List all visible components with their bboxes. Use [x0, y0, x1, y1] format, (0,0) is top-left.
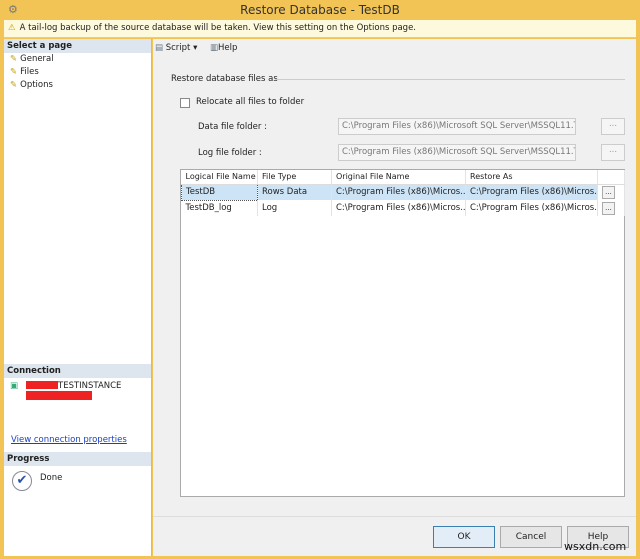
warning-bar: ⚠ A tail-log backup of the source databas…	[4, 20, 636, 38]
grid-header: Logical File Name File Type Original Fil…	[181, 170, 625, 185]
column-header[interactable]: Restore As	[465, 170, 598, 185]
section-divider	[275, 79, 625, 80]
button-bar: OK Cancel Help wsxdn.com	[153, 516, 636, 556]
warning-text: A tail-log backup of the source database…	[19, 23, 417, 33]
data-folder-label: Data file folder :	[198, 122, 267, 132]
cell-original-name: C:\Program Files (x86)\Micros...	[331, 200, 466, 216]
cell-logical-name[interactable]: TestDB	[181, 183, 258, 201]
check-icon: ✔	[12, 471, 32, 491]
cancel-button[interactable]: Cancel	[500, 526, 562, 548]
data-folder-browse-button[interactable]: ...	[601, 118, 625, 135]
cell-file-type: Rows Data	[257, 184, 332, 200]
progress-status: Done	[40, 473, 63, 483]
column-header[interactable]: Original File Name	[331, 170, 466, 185]
log-folder-input[interactable]: C:\Program Files (x86)\Microsoft SQL Ser…	[338, 144, 576, 161]
help-toolbar-button[interactable]: ▥Help	[210, 43, 237, 53]
sidebar: Select a page ✎ General ✎ Files ✎ Options C…	[4, 39, 152, 556]
table-row[interactable]: TestDB Rows Data C:\Program Files (x86)\…	[181, 183, 625, 201]
help-icon: ▥	[210, 43, 219, 53]
server-icon: ▣	[10, 381, 19, 391]
script-icon: ▤	[155, 43, 164, 53]
column-header[interactable]: Logical File Name	[181, 170, 258, 185]
log-folder-browse-button[interactable]: ...	[601, 144, 625, 161]
restore-as-browse-button[interactable]: ...	[602, 201, 615, 215]
script-button[interactable]: ▤ Script ▾	[155, 43, 197, 53]
watermark: wsxdn.com	[564, 540, 627, 553]
connection-header: Connection	[4, 364, 151, 378]
view-connection-properties-link[interactable]: View connection properties	[11, 435, 127, 445]
sidebar-item-options[interactable]: ✎ Options	[4, 79, 151, 92]
restore-as-browse-button[interactable]: ...	[602, 185, 615, 199]
sidebar-item-general[interactable]: ✎ General	[4, 53, 151, 66]
title-bar: ⚙ Restore Database - TestDB	[0, 0, 640, 20]
log-folder-label: Log file folder :	[198, 148, 262, 158]
table-row[interactable]: TestDB_log Log C:\Program Files (x86)\Mi…	[181, 200, 625, 216]
progress-header: Progress	[4, 452, 151, 466]
cell-logical-name[interactable]: TestDB_log	[181, 200, 258, 216]
cell-restore-as[interactable]: C:\Program Files (x86)\Micros...	[465, 184, 598, 200]
cell-restore-as[interactable]: C:\Program Files (x86)\Micros...	[465, 200, 598, 216]
instance-name: TESTINSTANCE	[58, 381, 122, 391]
select-page-header: Select a page	[4, 39, 151, 53]
relocate-checkbox[interactable]	[180, 98, 190, 108]
page-icon: ✎	[10, 54, 18, 64]
column-header[interactable]: File Type	[257, 170, 332, 185]
page-icon: ✎	[10, 80, 18, 90]
main-panel: ▤ Script ▾ ▥Help Restore database files …	[153, 39, 636, 516]
page-icon: ✎	[10, 67, 18, 77]
files-grid: Logical File Name File Type Original Fil…	[180, 169, 625, 497]
redacted-user	[26, 391, 92, 400]
section-label: Restore database files as	[171, 74, 278, 84]
warning-icon: ⚠	[8, 23, 16, 33]
redacted-server	[26, 381, 58, 389]
ok-button[interactable]: OK	[433, 526, 495, 548]
cell-file-type: Log	[257, 200, 332, 216]
cell-original-name: C:\Program Files (x86)\Micros...	[331, 184, 466, 200]
window-title: Restore Database - TestDB	[240, 3, 400, 17]
relocate-label: Relocate all files to folder	[196, 97, 305, 107]
sidebar-item-files[interactable]: ✎ Files	[4, 66, 151, 79]
data-folder-input[interactable]: C:\Program Files (x86)\Microsoft SQL Ser…	[338, 118, 576, 135]
